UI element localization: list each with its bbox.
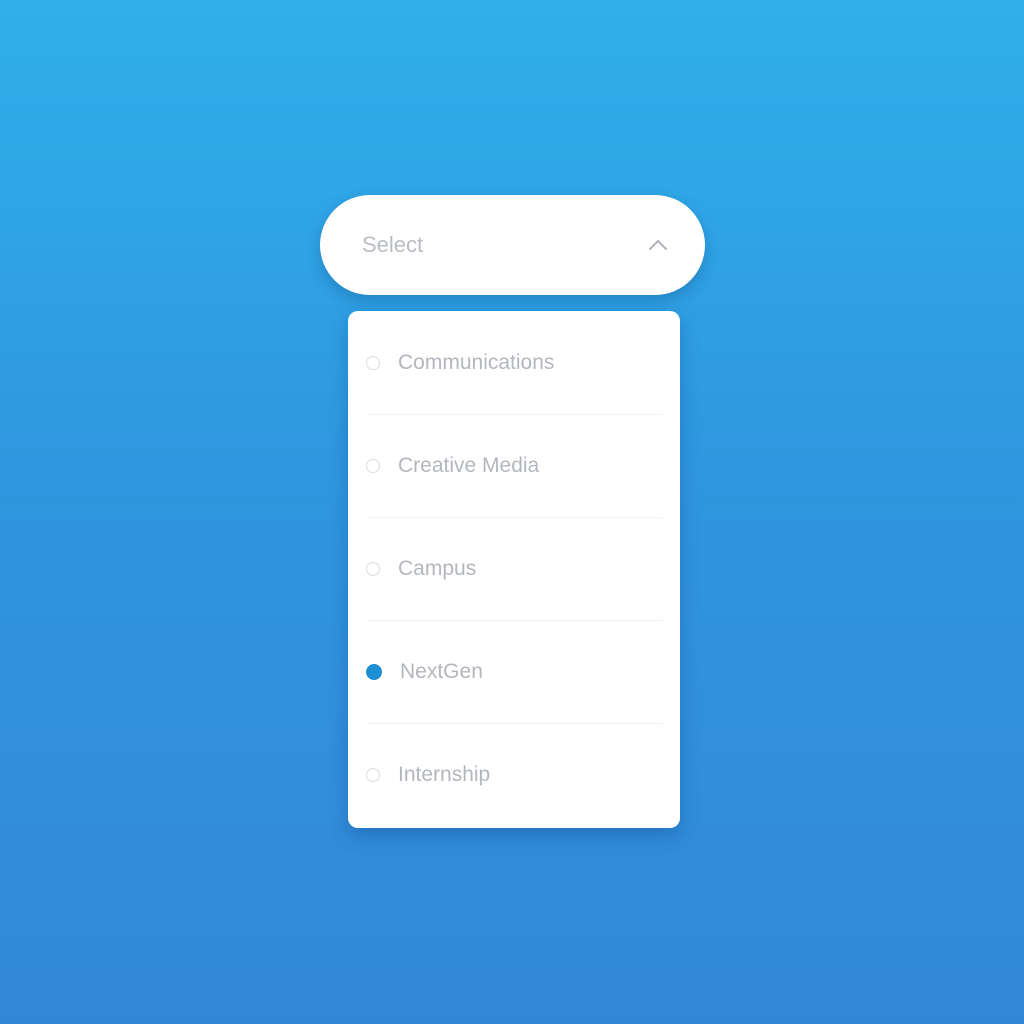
option-label: Internship [398,762,491,786]
select-label: Select [362,232,424,257]
radio-icon[interactable] [366,458,380,473]
option-creative-media[interactable]: Creative Media [348,414,680,517]
option-internship[interactable]: Internship [348,723,680,826]
option-nextgen[interactable]: NextGen [348,620,680,723]
option-label: Creative Media [398,453,540,477]
option-communications[interactable]: Communications [348,311,680,414]
category-select[interactable]: Select [320,195,705,295]
option-label: Campus [398,556,477,580]
chevron-up-icon[interactable] [647,234,669,256]
option-label: NextGen [400,659,483,683]
dropdown-menu: Communications Creative Media Campus Nex… [348,311,680,828]
option-campus[interactable]: Campus [348,517,680,620]
option-label: Communications [398,350,555,374]
radio-selected-icon[interactable] [366,663,382,680]
radio-icon[interactable] [366,767,380,782]
radio-icon[interactable] [366,561,380,576]
radio-icon[interactable] [366,355,380,370]
